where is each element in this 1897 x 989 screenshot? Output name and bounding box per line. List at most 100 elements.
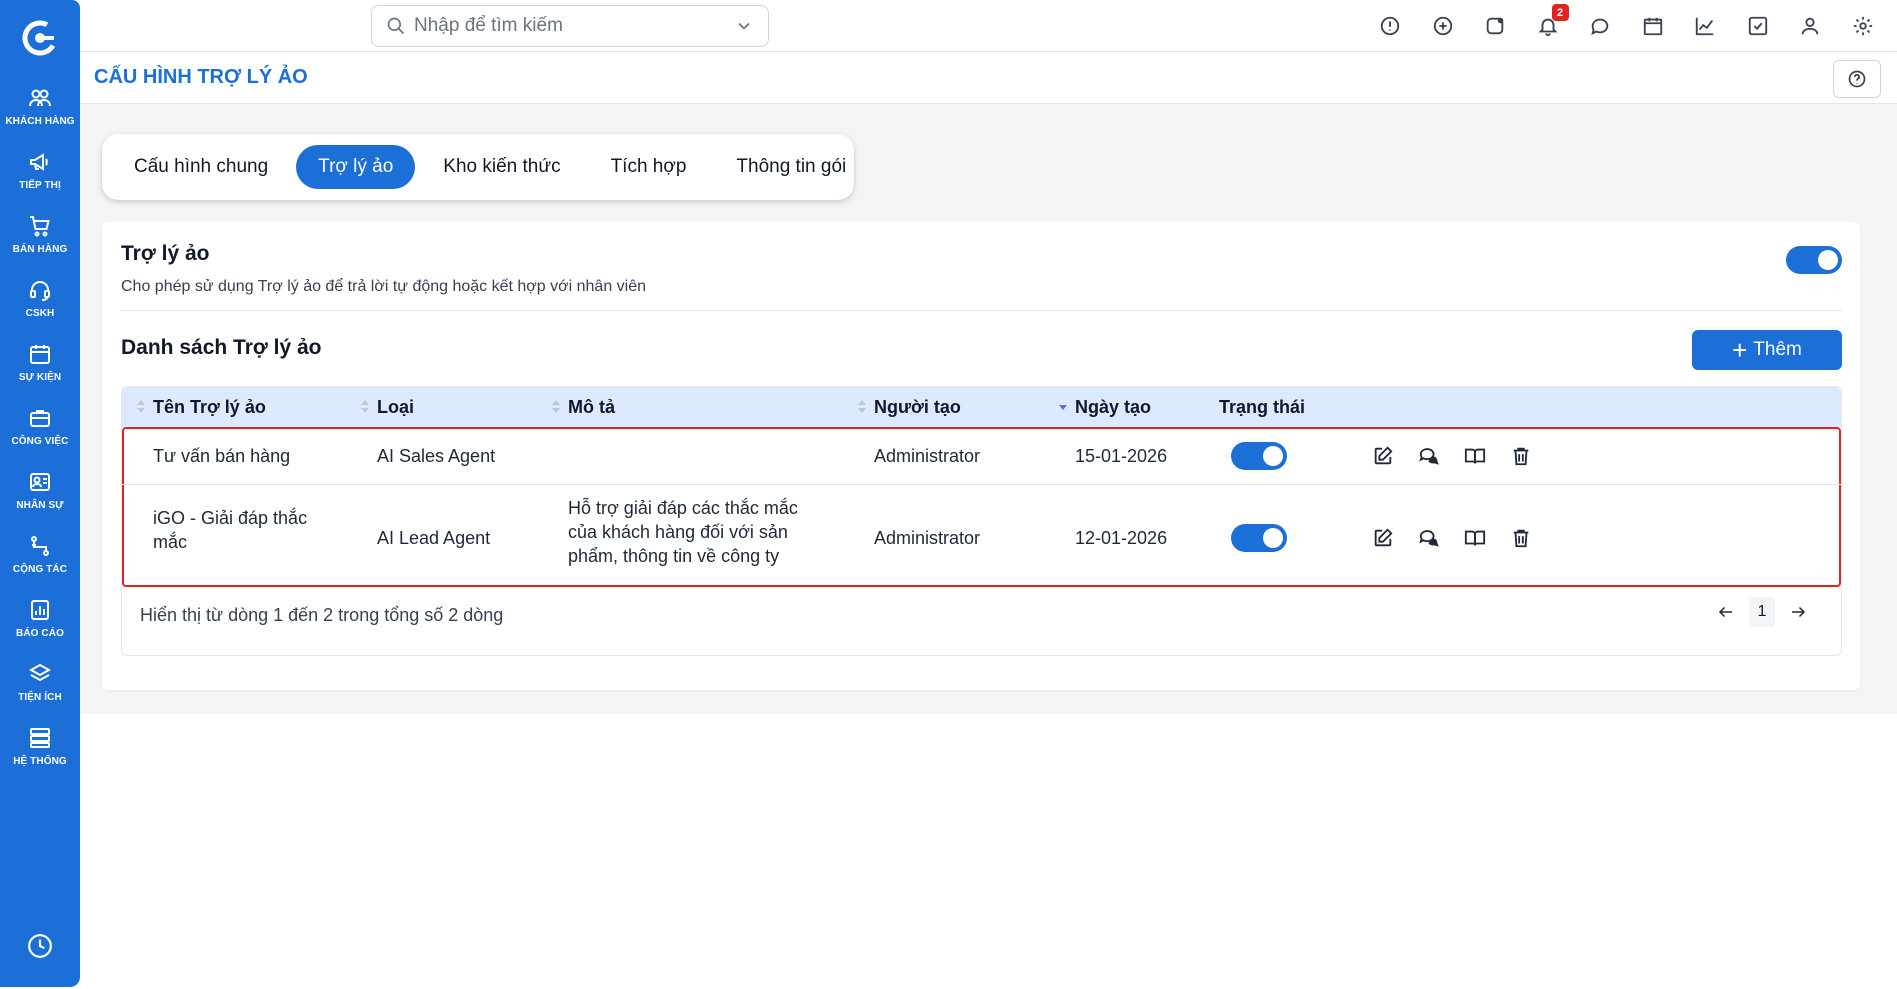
cell-created: 12-01-2026 [1075, 528, 1168, 548]
column-header-type[interactable]: Loại [377, 387, 414, 427]
settings-button[interactable] [1837, 10, 1890, 42]
alert-circle-icon [1381, 16, 1400, 36]
sort-icon[interactable] [136, 400, 146, 414]
sort-icon[interactable] [551, 400, 561, 414]
global-search[interactable] [371, 5, 769, 47]
app-logo-icon[interactable] [22, 20, 58, 56]
id-card-icon [30, 472, 50, 491]
delete-button[interactable] [1498, 523, 1544, 553]
chat-test-button[interactable] [1406, 441, 1452, 471]
edit-icon [1374, 446, 1393, 465]
arrow-left-icon [1718, 606, 1732, 618]
help-button[interactable] [1833, 60, 1881, 98]
calendar-icon [1643, 17, 1662, 36]
sidebar-item-label: BÁN HÀNG [12, 243, 68, 255]
sidebar: KHÁCH HÀNG TIẾP THỊ BÁN HÀNG CSKH SỰ KIỆ… [0, 0, 80, 987]
chevron-down-icon[interactable] [734, 16, 754, 36]
divider [121, 310, 1842, 311]
sidebar-item-khach-hang[interactable]: KHÁCH HÀNG [0, 74, 80, 138]
column-header-name[interactable]: Tên Trợ lý ảo [153, 387, 266, 427]
sidebar-item-cskh[interactable]: CSKH [0, 266, 80, 330]
check-square-icon [1748, 16, 1767, 36]
book-open-icon [1464, 530, 1486, 546]
sidebar-item-tiep-thi[interactable]: TIẾP THỊ [0, 138, 80, 202]
tab-tich-hop[interactable]: Tích hợp [589, 145, 709, 189]
assistant-enable-toggle[interactable] [1786, 246, 1842, 274]
sort-icon[interactable] [360, 400, 370, 414]
assistant-table: Tên Trợ lý ảo Loại Mô tả Người tạo Ngày … [121, 386, 1842, 656]
calendar-button[interactable] [1627, 10, 1680, 42]
checklist-button[interactable] [1732, 10, 1785, 42]
sidebar-item-he-thong[interactable]: HỆ THỐNG [0, 714, 80, 778]
briefcase-icon [30, 409, 50, 427]
sidebar-item-ban-hang[interactable]: BÁN HÀNG [0, 202, 80, 266]
pagination: 1 [1713, 597, 1811, 627]
layers-icon [28, 663, 52, 681]
sidebar-item-label: TIẾP THỊ [19, 179, 61, 191]
sidebar-item-cong-viec[interactable]: CÔNG VIỆC [0, 394, 80, 458]
chat-bubbles-icon [1419, 448, 1439, 465]
sidebar-item-bao-cao[interactable]: BÁO CÁO [0, 586, 80, 650]
top-bar: 2 [80, 0, 1897, 52]
notifications-button[interactable]: 2 [1522, 4, 1575, 42]
row-status-toggle[interactable] [1231, 524, 1287, 552]
page-number[interactable]: 1 [1749, 597, 1775, 627]
line-chart-icon [1696, 17, 1714, 36]
search-input[interactable] [414, 15, 734, 37]
cell-type: AI Lead Agent [377, 528, 491, 548]
sort-desc-icon[interactable] [1058, 400, 1068, 414]
add-assistant-button[interactable]: + Thêm [1692, 330, 1842, 370]
column-header-description[interactable]: Mô tả [568, 387, 615, 427]
report-icon [31, 599, 49, 620]
table-row: Tư vấn bán hàng AI Sales Agent Administr… [122, 427, 1841, 485]
tab-tro-ly-ao[interactable]: Trợ lý ảo [296, 145, 416, 189]
cell-creator: Administrator [874, 528, 981, 548]
row-actions [1360, 441, 1544, 471]
sidebar-item-su-kien[interactable]: SỰ KIỆN [0, 330, 80, 394]
sort-icon[interactable] [857, 400, 867, 414]
table-row: iGO - Giải đáp thắc mắc AI Lead Agent Hỗ… [122, 486, 1841, 586]
collaboration-icon [31, 535, 49, 556]
assistant-card: Trợ lý ảo Cho phép sử dụng Trợ lý ảo để … [102, 222, 1860, 690]
sidebar-item-label: NHÂN SỰ [16, 499, 64, 511]
content-area: Cấu hình chung Trợ lý ảo Kho kiến thức T… [80, 104, 1897, 714]
sidebar-item-label: KHÁCH HÀNG [5, 115, 75, 127]
messages-button[interactable] [1574, 10, 1627, 42]
chat-test-button[interactable] [1406, 523, 1452, 553]
column-header-creator[interactable]: Người tạo [874, 387, 961, 427]
sidebar-item-tien-ich[interactable]: TIỆN ÍCH [0, 650, 80, 714]
sidebar-item-cong-tac[interactable]: CỘNG TÁC [0, 522, 80, 586]
cart-icon [30, 215, 50, 236]
chat-bubbles-icon [1419, 530, 1439, 547]
knowledge-button[interactable] [1452, 523, 1498, 553]
tab-cau-hinh-chung[interactable]: Cấu hình chung [112, 145, 290, 189]
cell-creator: Administrator [874, 446, 981, 466]
trash-icon [1513, 447, 1529, 466]
row-status-toggle[interactable] [1231, 442, 1287, 470]
delete-button[interactable] [1498, 441, 1544, 471]
tab-kho-kien-thuc[interactable]: Kho kiến thức [421, 145, 582, 189]
analytics-button[interactable] [1679, 10, 1732, 42]
alert-button[interactable] [1364, 10, 1417, 42]
knowledge-button[interactable] [1452, 441, 1498, 471]
page-header: CẤU HÌNH TRỢ LÝ ẢO [80, 52, 1897, 104]
add-button[interactable] [1417, 10, 1470, 42]
table-header: Tên Trợ lý ảo Loại Mô tả Người tạo Ngày … [122, 387, 1841, 427]
rounded-square-icon [1487, 17, 1504, 35]
next-page-button[interactable] [1785, 597, 1811, 627]
search-icon [387, 17, 405, 35]
tasks-button[interactable] [1469, 10, 1522, 42]
user-icon [1802, 17, 1819, 35]
tab-thong-tin-goi[interactable]: Thông tin gói [714, 145, 868, 189]
edit-button[interactable] [1360, 523, 1406, 553]
trash-icon [1513, 529, 1529, 548]
history-clock-icon[interactable] [27, 933, 53, 959]
sidebar-item-nhan-su[interactable]: NHÂN SỰ [0, 458, 80, 522]
sidebar-item-label: SỰ KIỆN [18, 371, 62, 383]
pagination-summary: Hiển thị từ dòng 1 đến 2 trong tổng số 2… [140, 605, 504, 625]
prev-page-button[interactable] [1713, 597, 1739, 627]
profile-button[interactable] [1784, 10, 1837, 42]
sidebar-item-label: CSKH [25, 307, 55, 319]
column-header-created[interactable]: Ngày tạo [1075, 387, 1151, 427]
edit-button[interactable] [1360, 441, 1406, 471]
